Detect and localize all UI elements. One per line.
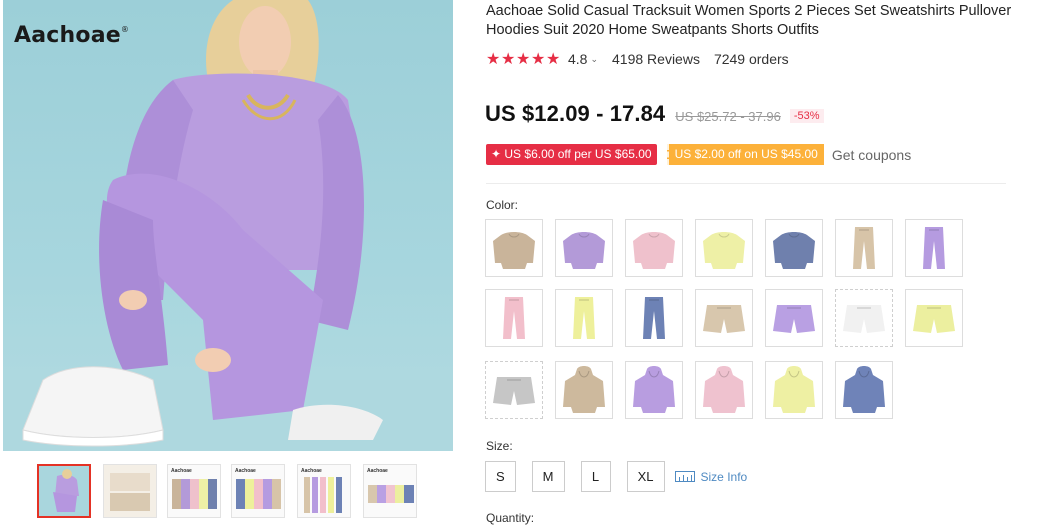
swatch-hoodie-image bbox=[843, 366, 885, 413]
thumbnail-2[interactable] bbox=[103, 464, 157, 518]
color-swatch-6[interactable] bbox=[835, 219, 893, 277]
star-rating[interactable]: ★ ★ ★ ★ ★ bbox=[486, 49, 561, 69]
star-icon: ★ bbox=[501, 51, 516, 68]
star-icon: ★ bbox=[546, 51, 561, 68]
swatch-sweatshirt-image bbox=[493, 232, 535, 269]
swatch-shorts-image bbox=[703, 305, 745, 333]
color-swatch-7[interactable] bbox=[905, 219, 963, 277]
color-swatch-8[interactable] bbox=[485, 289, 543, 347]
color-swatch-grid bbox=[485, 219, 985, 419]
swatch-pants-image bbox=[573, 297, 595, 339]
coupon-row: ✦ US $6.00 off per US $65.00 US $2.00 of… bbox=[486, 144, 911, 165]
color-swatch-16[interactable] bbox=[555, 361, 613, 419]
orders-count: 7249 orders bbox=[713, 51, 789, 67]
swatch-pants-image bbox=[503, 297, 525, 339]
store-coupon-orange[interactable]: US $2.00 off on US $45.00 bbox=[666, 144, 824, 165]
color-label: Color: bbox=[486, 198, 519, 212]
color-swatch-9[interactable] bbox=[555, 289, 613, 347]
color-swatch-10[interactable] bbox=[625, 289, 683, 347]
color-swatch-19[interactable] bbox=[765, 361, 823, 419]
swatch-sweatshirt-image bbox=[703, 232, 745, 269]
thumbnail-logo: Aachoae bbox=[367, 468, 388, 474]
swatch-hoodie-image bbox=[703, 366, 745, 413]
star-icon: ★ bbox=[531, 51, 546, 68]
swatch-shorts-image bbox=[493, 377, 535, 405]
thumbnail-logo: Aachoae bbox=[301, 468, 322, 474]
thumbnail-image bbox=[104, 465, 156, 517]
thumbnail-3[interactable]: Aachoae bbox=[167, 464, 221, 518]
color-swatch-18[interactable] bbox=[695, 361, 753, 419]
thumbnail-image bbox=[39, 466, 89, 516]
size-option-l[interactable]: L bbox=[580, 461, 611, 492]
star-icon: ★ bbox=[486, 51, 501, 68]
size-info-link[interactable]: Size Info bbox=[674, 469, 748, 484]
get-coupons-link[interactable]: Get coupons bbox=[832, 147, 911, 163]
thumbnail-logo: Aachoae bbox=[235, 468, 256, 474]
color-swatch-12[interactable] bbox=[765, 289, 823, 347]
thumbnail-4[interactable]: Aachoae bbox=[231, 464, 285, 518]
product-title: Aachoae Solid Casual Tracksuit Women Spo… bbox=[486, 3, 1012, 38]
original-price: US $25.72 - 37.96 bbox=[675, 109, 781, 124]
swatch-sweatshirt-image bbox=[563, 232, 605, 269]
store-coupon-red[interactable]: ✦ US $6.00 off per US $65.00 bbox=[486, 144, 657, 165]
color-swatch-11[interactable] bbox=[695, 289, 753, 347]
rating-row: ★ ★ ★ ★ ★ 4.8 ⌄ 4198 Reviews 7249 orders bbox=[486, 49, 789, 69]
swatch-shorts-image bbox=[843, 305, 885, 333]
thumbnail-6[interactable]: Aachoae bbox=[363, 464, 417, 518]
brand-logo: Aachoae® bbox=[14, 23, 130, 48]
color-swatch-1[interactable] bbox=[485, 219, 543, 277]
swatch-pants-image bbox=[853, 227, 875, 269]
thumbnail-1[interactable] bbox=[37, 464, 91, 518]
swatch-pants-image bbox=[643, 297, 665, 339]
discount-badge: -53% bbox=[789, 109, 824, 123]
swatch-pants-image bbox=[923, 227, 945, 269]
reviews-link[interactable]: 4198 Reviews bbox=[612, 51, 700, 67]
size-options: S M L XL Size Info bbox=[485, 461, 747, 492]
color-swatch-15[interactable] bbox=[485, 361, 543, 419]
ruler-icon bbox=[674, 471, 695, 482]
swatch-shorts-image bbox=[913, 305, 955, 333]
quantity-label: Quantity: bbox=[486, 511, 535, 525]
size-option-xl[interactable]: XL bbox=[626, 461, 665, 492]
size-label: Size: bbox=[486, 439, 513, 453]
size-option-m[interactable]: M bbox=[531, 461, 565, 492]
color-swatch-14[interactable] bbox=[905, 289, 963, 347]
swatch-sweatshirt-image bbox=[633, 232, 675, 269]
color-swatch-17[interactable] bbox=[625, 361, 683, 419]
price-row: US $12.09 - 17.84 US $25.72 - 37.96 -53% bbox=[485, 101, 824, 127]
current-price: US $12.09 - 17.84 bbox=[485, 101, 666, 126]
color-swatch-3[interactable] bbox=[625, 219, 683, 277]
size-info-label: Size Info bbox=[700, 469, 748, 484]
thumbnail-5[interactable]: Aachoae bbox=[297, 464, 351, 518]
size-option-s[interactable]: S bbox=[485, 461, 516, 492]
chevron-down-icon[interactable]: ⌄ bbox=[590, 54, 598, 65]
swatch-sweatshirt-image bbox=[773, 232, 815, 269]
color-swatch-2[interactable] bbox=[555, 219, 613, 277]
color-swatch-5[interactable] bbox=[765, 219, 823, 277]
rating-value[interactable]: 4.8 bbox=[568, 51, 587, 67]
thumbnail-logo: Aachoae bbox=[171, 468, 192, 474]
star-icon: ★ bbox=[516, 51, 531, 68]
color-swatch-20[interactable] bbox=[835, 361, 893, 419]
swatch-hoodie-image bbox=[633, 366, 675, 413]
color-swatch-4[interactable] bbox=[695, 219, 753, 277]
color-swatch-13[interactable] bbox=[835, 289, 893, 347]
swatch-hoodie-image bbox=[563, 366, 605, 413]
swatch-hoodie-image bbox=[773, 366, 815, 413]
main-product-image[interactable]: Aachoae® bbox=[3, 0, 453, 451]
model-photo bbox=[3, 0, 453, 451]
swatch-shorts-image bbox=[773, 305, 815, 333]
divider bbox=[486, 183, 1006, 184]
